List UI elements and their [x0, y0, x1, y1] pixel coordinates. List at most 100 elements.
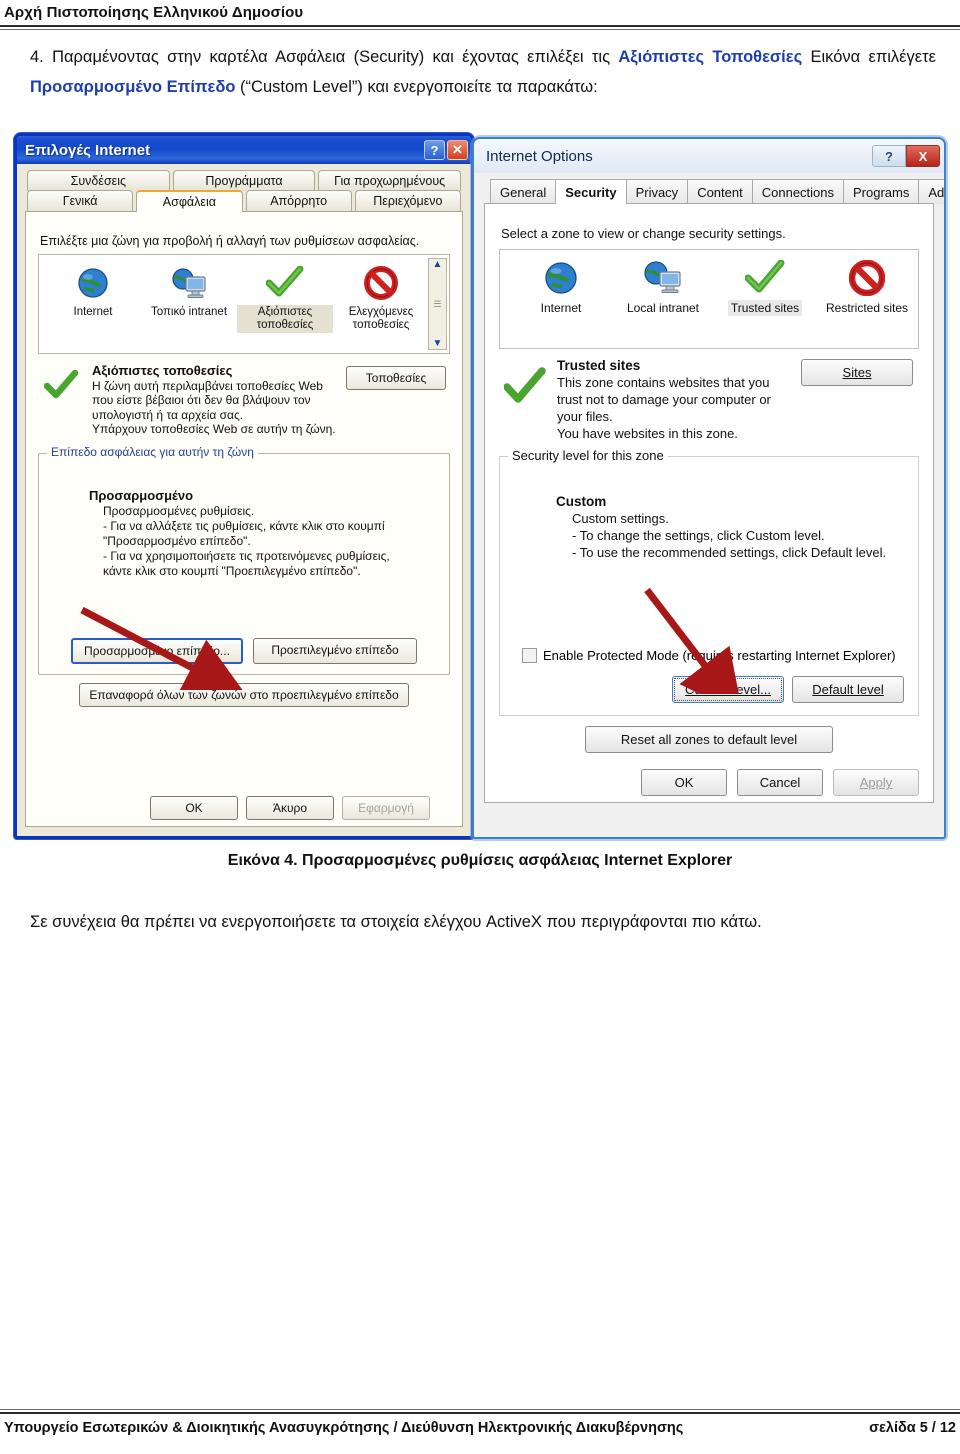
xp-zone-desc-line-3: υπολογιστή ή τα αρχεία σας.	[92, 407, 244, 422]
tab-general[interactable]: General	[490, 179, 556, 204]
aero-security-level-legend: Security level for this zone	[508, 448, 668, 463]
protected-mode-label: Enable Protected Mode (requires restarti…	[543, 648, 896, 663]
aero-zone-desc-line-2: trust not to damage your computer or	[557, 392, 771, 407]
zone-local-intranet-gr[interactable]: Τοπικό intranet	[141, 261, 237, 320]
enable-protected-mode-row[interactable]: Enable Protected Mode (requires restarti…	[522, 648, 896, 663]
default-level-button[interactable]: Default level	[792, 676, 904, 703]
internet-options-dialog-english: Internet Options ? X General Security Pr…	[472, 137, 946, 839]
after-figure-paragraph: Σε συνέχεια θα πρέπει να ενεργοποιήσετε …	[30, 913, 762, 931]
cancel-button[interactable]: Cancel	[737, 769, 823, 796]
zone-trusted-sites-gr[interactable]: Αξιόπιστες τοποθεσίες	[237, 261, 333, 333]
intro-text-part1: 4. Παραμένοντας στην καρτέλα Ασφάλεια (S…	[30, 48, 619, 66]
figure-caption: Εικόνα 4. Προσαρμοσμένες ρυθμίσεις ασφάλ…	[227, 852, 733, 869]
aero-sites-button-wrap: Sites	[801, 357, 919, 442]
close-icon[interactable]: X	[906, 145, 940, 167]
zone-list-scrollbar[interactable]: ▲ ☰ ▼	[428, 258, 447, 350]
close-icon[interactable]: ✕	[447, 140, 468, 160]
aero-security-level-text: Custom Custom settings. - To change the …	[556, 493, 906, 561]
aero-window-buttons: ? X	[872, 145, 940, 167]
aero-zone-list: Internet Local intranet Trusted sites Re…	[499, 249, 919, 349]
tab-security-gr[interactable]: Ασφάλεια	[136, 190, 243, 212]
xp-level-line-4: - Για να χρησιμοποιήσετε τις προτεινόμεν…	[103, 548, 390, 563]
footer-organization: Υπουργείο Εσωτερικών & Διοικητικής Ανασυ…	[4, 1420, 684, 1436]
xp-zone-description-text: Αξιόπιστες τοποθεσίες Η ζώνη αυτή περιλα…	[92, 363, 338, 437]
internet-options-dialog-greek: Επιλογές Internet ? ✕ Συνδέσεις Προγράμμ…	[14, 133, 474, 839]
green-check-icon	[499, 357, 551, 442]
xp-title-bar: Επιλογές Internet ? ✕	[17, 136, 471, 164]
tab-content[interactable]: Content	[687, 179, 752, 204]
aero-level-line-2: - To change the settings, click Custom l…	[572, 528, 825, 543]
zone-label: Restricted sites	[825, 301, 909, 315]
help-icon[interactable]: ?	[872, 145, 906, 167]
ok-button[interactable]: OK	[641, 769, 727, 796]
aero-security-level-group: Security level for this zone Custom Cust…	[499, 448, 919, 716]
custom-level-button-label: Custom level...	[685, 682, 771, 697]
apply-button-label: Apply	[859, 775, 893, 790]
xp-security-level-group: Επίπεδο ασφάλειας για αυτήν τη ζώνη Προσ…	[38, 444, 450, 675]
zone-label: Trusted sites	[727, 300, 803, 316]
xp-level-title: Προσαρμοσμένο	[89, 487, 194, 503]
tab-content-gr[interactable]: Περιεχόμενο	[354, 190, 461, 212]
reset-all-zones-button-gr[interactable]: Επαναφορά όλων των ζωνών στο προεπιλεγμέ…	[79, 682, 409, 707]
xp-dialog-footer: OK Άκυρο Εφαρμογή	[26, 796, 462, 820]
zone-restricted-sites[interactable]: Restricted sites	[816, 256, 918, 316]
xp-level-line-5: κάντε κλικ στο κουμπί "Προεπιλεγμένο επί…	[103, 563, 361, 578]
cancel-button-gr[interactable]: Άκυρο	[246, 796, 334, 820]
footer-page-number: σελίδα 5 / 12	[869, 1420, 956, 1436]
zone-trusted-sites[interactable]: Trusted sites	[714, 256, 816, 316]
tab-general-gr[interactable]: Γενικά	[27, 190, 134, 212]
tab-programs-gr[interactable]: Προγράμματα	[172, 170, 316, 191]
sites-button-gr[interactable]: Τοποθεσίες	[346, 366, 446, 390]
aero-title-bar: Internet Options ? X	[474, 139, 944, 173]
xp-security-panel: Επιλέξτε μια ζώνη για προβολή ή αλλαγή τ…	[25, 211, 463, 827]
globe-computer-icon	[612, 256, 714, 300]
tab-advanced[interactable]: Advanced	[918, 179, 944, 204]
intro-paragraph: 4. Παραμένοντας στην καρτέλα Ασφάλεια (S…	[30, 42, 936, 102]
xp-security-level-legend: Επίπεδο ασφάλειας για αυτήν τη ζώνη	[47, 444, 258, 459]
zone-label: Internet	[73, 306, 113, 318]
protected-mode-checkbox[interactable]	[522, 648, 537, 663]
help-icon[interactable]: ?	[424, 140, 445, 160]
xp-level-line-3: "Προσαρμοσμένο επίπεδο".	[103, 533, 251, 548]
zone-restricted-sites-gr[interactable]: Ελεγχόμενες τοποθεσίες	[333, 261, 429, 333]
xp-reset-row: Επαναφορά όλων των ζωνών στο προεπιλεγμέ…	[38, 682, 450, 707]
zone-label: Local intranet	[626, 301, 700, 315]
zone-label: Internet	[540, 301, 582, 315]
intro-accent-custom-level: Προσαρμοσμένο Επίπεδο	[30, 78, 236, 96]
aero-zone-desc-line-1: This zone contains websites that you	[557, 375, 770, 390]
ok-button-gr[interactable]: OK	[150, 796, 238, 820]
custom-level-button[interactable]: Custom level...	[672, 676, 784, 703]
tab-advanced-gr[interactable]: Για προχωρημένους	[318, 170, 462, 191]
restricted-icon	[816, 256, 918, 300]
tab-privacy[interactable]: Privacy	[625, 179, 688, 204]
zone-internet-gr[interactable]: Internet	[45, 261, 141, 320]
xp-level-line-1: Προσαρμοσμένες ρυθμίσεις.	[103, 503, 255, 518]
aero-level-line-1: Custom settings.	[572, 511, 669, 526]
tab-connections[interactable]: Connections	[751, 179, 844, 204]
figure-internet-options: Επιλογές Internet ? ✕ Συνδέσεις Προγράμμ…	[14, 133, 946, 845]
reset-all-zones-button[interactable]: Reset all zones to default level	[585, 726, 833, 753]
scroll-thumb[interactable]: ☰	[433, 299, 441, 310]
default-level-button-label: Default level	[812, 682, 884, 697]
header-rule	[0, 25, 960, 30]
intro-text-part3: (“Custom Level”) και ενεργοποιείτε τα πα…	[235, 78, 598, 96]
aero-zone-desc-line-3: your files.	[557, 409, 613, 424]
aero-dialog-footer: OK Cancel Apply	[485, 769, 933, 796]
running-header: Αρχή Πιστοποίησης Ελληνικού Δημοσίου	[0, 0, 960, 30]
chevron-down-icon[interactable]: ▼	[433, 338, 443, 349]
tab-security[interactable]: Security	[555, 179, 626, 204]
custom-level-button-gr[interactable]: Προσαρμοσμένο επίπεδο...	[71, 637, 243, 664]
globe-icon	[510, 256, 612, 300]
xp-zone-desc-line-1: Η ζώνη αυτή περιλαμβάνει τοποθεσίες Web	[92, 378, 323, 393]
tab-privacy-gr[interactable]: Απόρρητο	[245, 190, 352, 212]
zone-local-intranet[interactable]: Local intranet	[612, 256, 714, 316]
zone-internet[interactable]: Internet	[510, 256, 612, 316]
default-level-button-gr[interactable]: Προεπιλεγμένο επίπεδο	[253, 637, 417, 664]
chevron-up-icon[interactable]: ▲	[433, 259, 443, 270]
tab-connections-gr[interactable]: Συνδέσεις	[27, 170, 170, 191]
sites-button[interactable]: Sites	[801, 359, 913, 386]
running-footer: Υπουργείο Εσωτερικών & Διοικητικής Ανασυ…	[0, 1409, 960, 1436]
aero-level-title: Custom	[556, 494, 607, 509]
header-title: Αρχή Πιστοποίησης Ελληνικού Δημοσίου	[4, 4, 304, 21]
tab-programs[interactable]: Programs	[843, 179, 919, 204]
